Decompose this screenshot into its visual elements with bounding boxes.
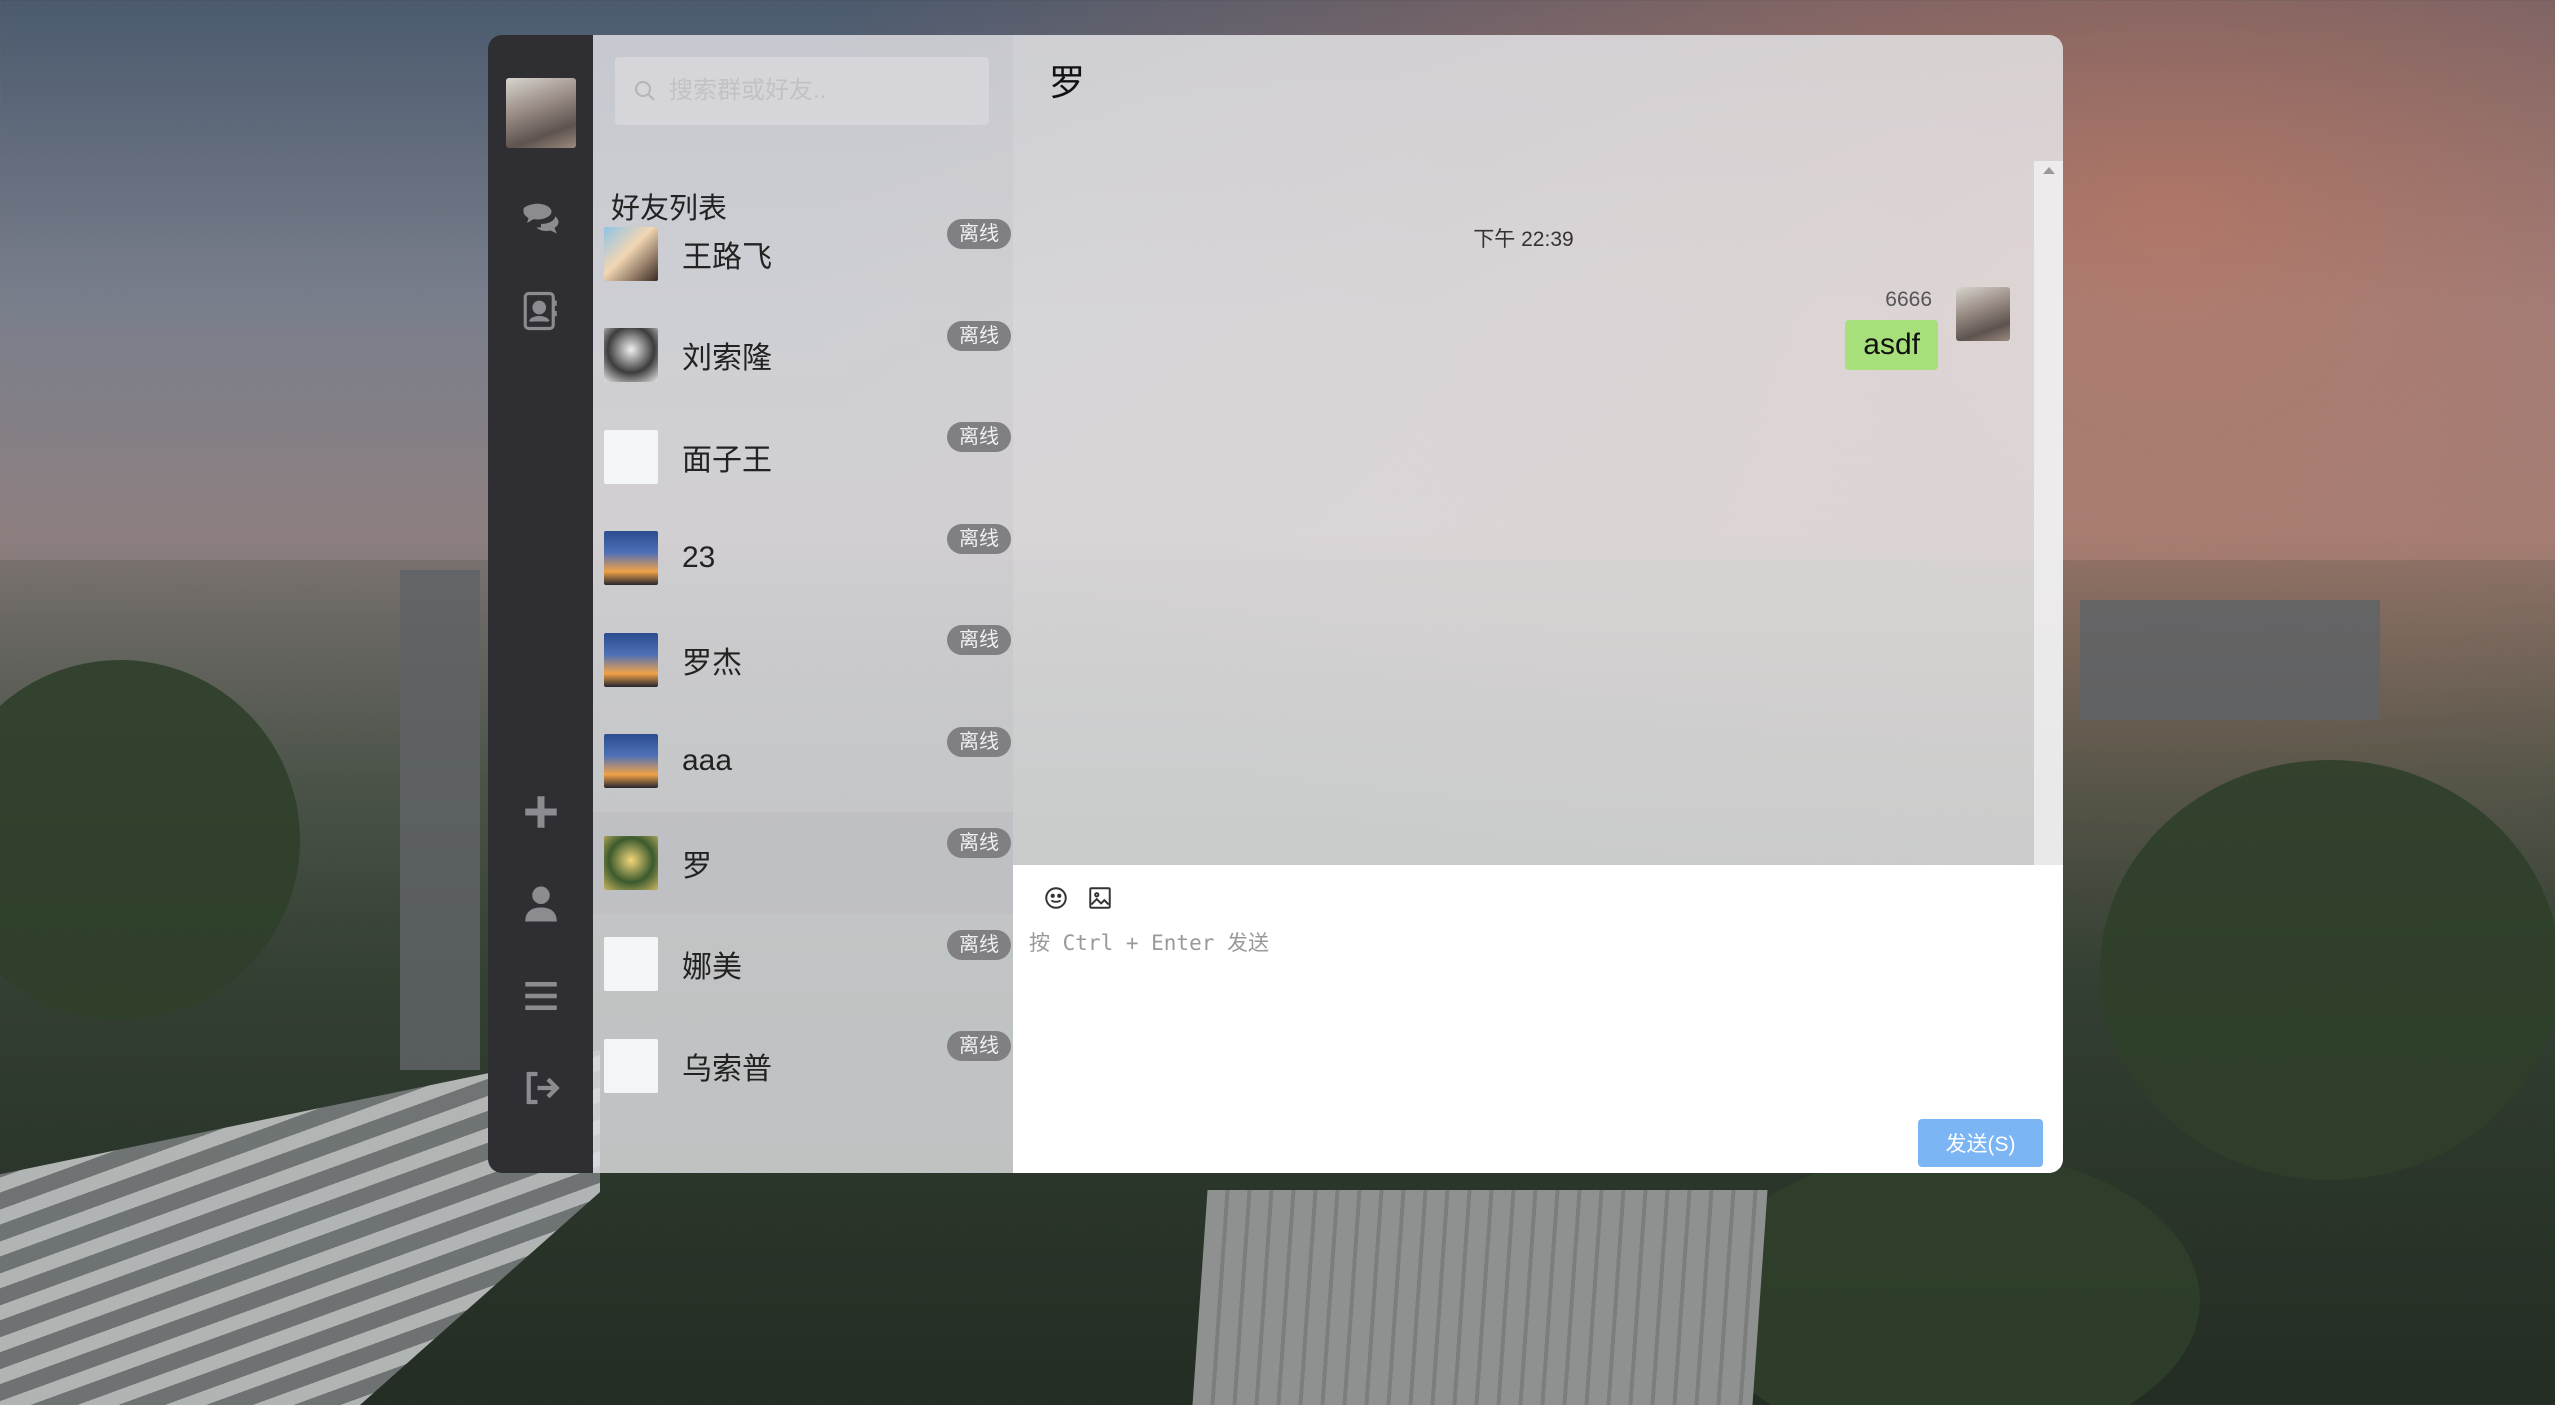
friend-item[interactable]: 面子王 离线 bbox=[593, 406, 1013, 508]
background-trees bbox=[2100, 760, 2555, 1180]
chat-icon[interactable] bbox=[516, 198, 566, 248]
chat-app-window: 好友列表 王路飞 离线 刘索隆 离线 面子王 离线 23 离线 bbox=[488, 35, 2063, 1173]
search-box[interactable] bbox=[615, 57, 989, 125]
message-input[interactable] bbox=[1029, 927, 2039, 1097]
friend-avatar bbox=[604, 531, 658, 586]
friend-name: 刘索隆 bbox=[682, 342, 772, 376]
friend-avatar bbox=[604, 734, 658, 789]
background-roof bbox=[1192, 1190, 1768, 1405]
friend-avatar bbox=[604, 937, 658, 992]
status-badge: 离线 bbox=[947, 523, 1011, 554]
sender-avatar bbox=[1956, 287, 2010, 341]
friend-item[interactable]: 王路飞 离线 bbox=[593, 203, 1013, 305]
friend-list: 王路飞 离线 刘索隆 离线 面子王 离线 23 离线 罗杰 离线 aaa 离线 … bbox=[593, 203, 1013, 1117]
status-badge: 离线 bbox=[947, 726, 1011, 757]
emoji-icon[interactable] bbox=[1043, 885, 1069, 911]
status-badge: 离线 bbox=[947, 929, 1011, 960]
friend-avatar bbox=[604, 1038, 658, 1093]
message-composer: 发送(S) bbox=[1013, 865, 2063, 1173]
scrollbar[interactable] bbox=[2034, 161, 2063, 865]
message-bubble: asdf bbox=[1845, 320, 1938, 370]
friend-item[interactable]: 娜美 离线 bbox=[593, 914, 1013, 1016]
friend-sidebar: 好友列表 王路飞 离线 刘索隆 离线 面子王 离线 23 离线 bbox=[593, 35, 1013, 1173]
message-row: 6666 asdf bbox=[1845, 287, 2010, 370]
friend-avatar bbox=[604, 226, 658, 281]
image-icon[interactable] bbox=[1087, 885, 1113, 911]
chat-panel: 罗 下午 22:39 6666 asdf 按 Ctrl + Enter 发送 发… bbox=[1013, 35, 2063, 1173]
status-badge: 离线 bbox=[947, 828, 1011, 858]
logout-icon[interactable] bbox=[516, 1063, 566, 1113]
friend-name: 罗杰 bbox=[682, 646, 742, 680]
status-badge: 离线 bbox=[947, 320, 1011, 351]
scroll-up-arrow-icon[interactable] bbox=[2043, 167, 2055, 174]
background-building bbox=[2080, 600, 2380, 720]
send-button[interactable]: 发送(S) bbox=[1918, 1119, 2043, 1167]
friend-name: 罗 bbox=[682, 849, 712, 883]
friend-item-active[interactable]: 罗 离线 bbox=[593, 812, 1013, 914]
friend-avatar bbox=[604, 328, 658, 383]
search-icon bbox=[635, 81, 655, 101]
chat-header: 罗 bbox=[1013, 35, 2063, 125]
friend-name: 娜美 bbox=[682, 951, 742, 985]
status-badge: 离线 bbox=[947, 422, 1011, 452]
search-input[interactable] bbox=[669, 77, 969, 105]
friend-item[interactable]: 刘索隆 离线 bbox=[593, 305, 1013, 407]
friend-item[interactable]: 罗杰 离线 bbox=[593, 609, 1013, 711]
friend-avatar bbox=[604, 835, 658, 890]
status-badge: 离线 bbox=[947, 1031, 1011, 1061]
friend-name: 乌索普 bbox=[682, 1052, 772, 1086]
friend-name: aaa bbox=[682, 744, 733, 778]
background-building bbox=[400, 570, 480, 1070]
friend-avatar bbox=[604, 429, 658, 484]
contacts-icon[interactable] bbox=[516, 286, 566, 336]
friend-item[interactable]: 23 离线 bbox=[593, 508, 1013, 610]
friend-name: 23 bbox=[682, 541, 716, 575]
menu-icon[interactable] bbox=[516, 971, 566, 1021]
status-badge: 离线 bbox=[947, 219, 1011, 249]
composer-toolbar bbox=[1043, 885, 1113, 911]
friend-avatar bbox=[604, 632, 658, 687]
friend-name: 面子王 bbox=[682, 443, 772, 477]
friend-item[interactable]: aaa 离线 bbox=[593, 711, 1013, 813]
friend-item[interactable]: 乌索普 离线 bbox=[593, 1015, 1013, 1117]
user-icon[interactable] bbox=[516, 879, 566, 929]
message-sender: 6666 bbox=[1885, 288, 1932, 311]
friend-name: 王路飞 bbox=[682, 240, 772, 274]
plus-icon[interactable] bbox=[516, 787, 566, 837]
status-badge: 离线 bbox=[947, 625, 1011, 655]
message-timestamp: 下午 22:39 bbox=[1473, 228, 1574, 251]
chat-title: 罗 bbox=[1049, 61, 1086, 103]
message-area[interactable]: 下午 22:39 6666 asdf bbox=[1013, 125, 2063, 865]
nav-bar bbox=[488, 35, 593, 1173]
my-avatar[interactable] bbox=[505, 78, 576, 148]
